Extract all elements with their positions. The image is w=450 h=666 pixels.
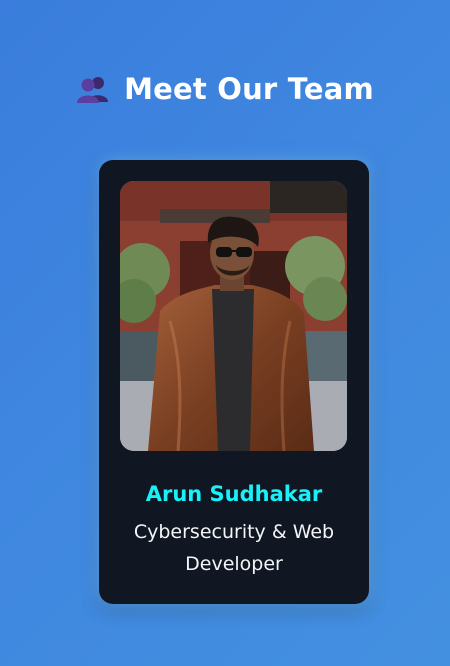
team-people-icon — [76, 74, 110, 104]
member-name: Arun Sudhakar — [145, 482, 323, 506]
page-header: Meet Our Team — [0, 72, 450, 106]
page-title: Meet Our Team — [124, 72, 374, 106]
member-role: Cybersecurity & Web Developer — [133, 521, 335, 575]
profile-photo — [120, 181, 347, 451]
team-member-card: Arun Sudhakar Cybersecurity & Web Develo… — [99, 160, 369, 604]
